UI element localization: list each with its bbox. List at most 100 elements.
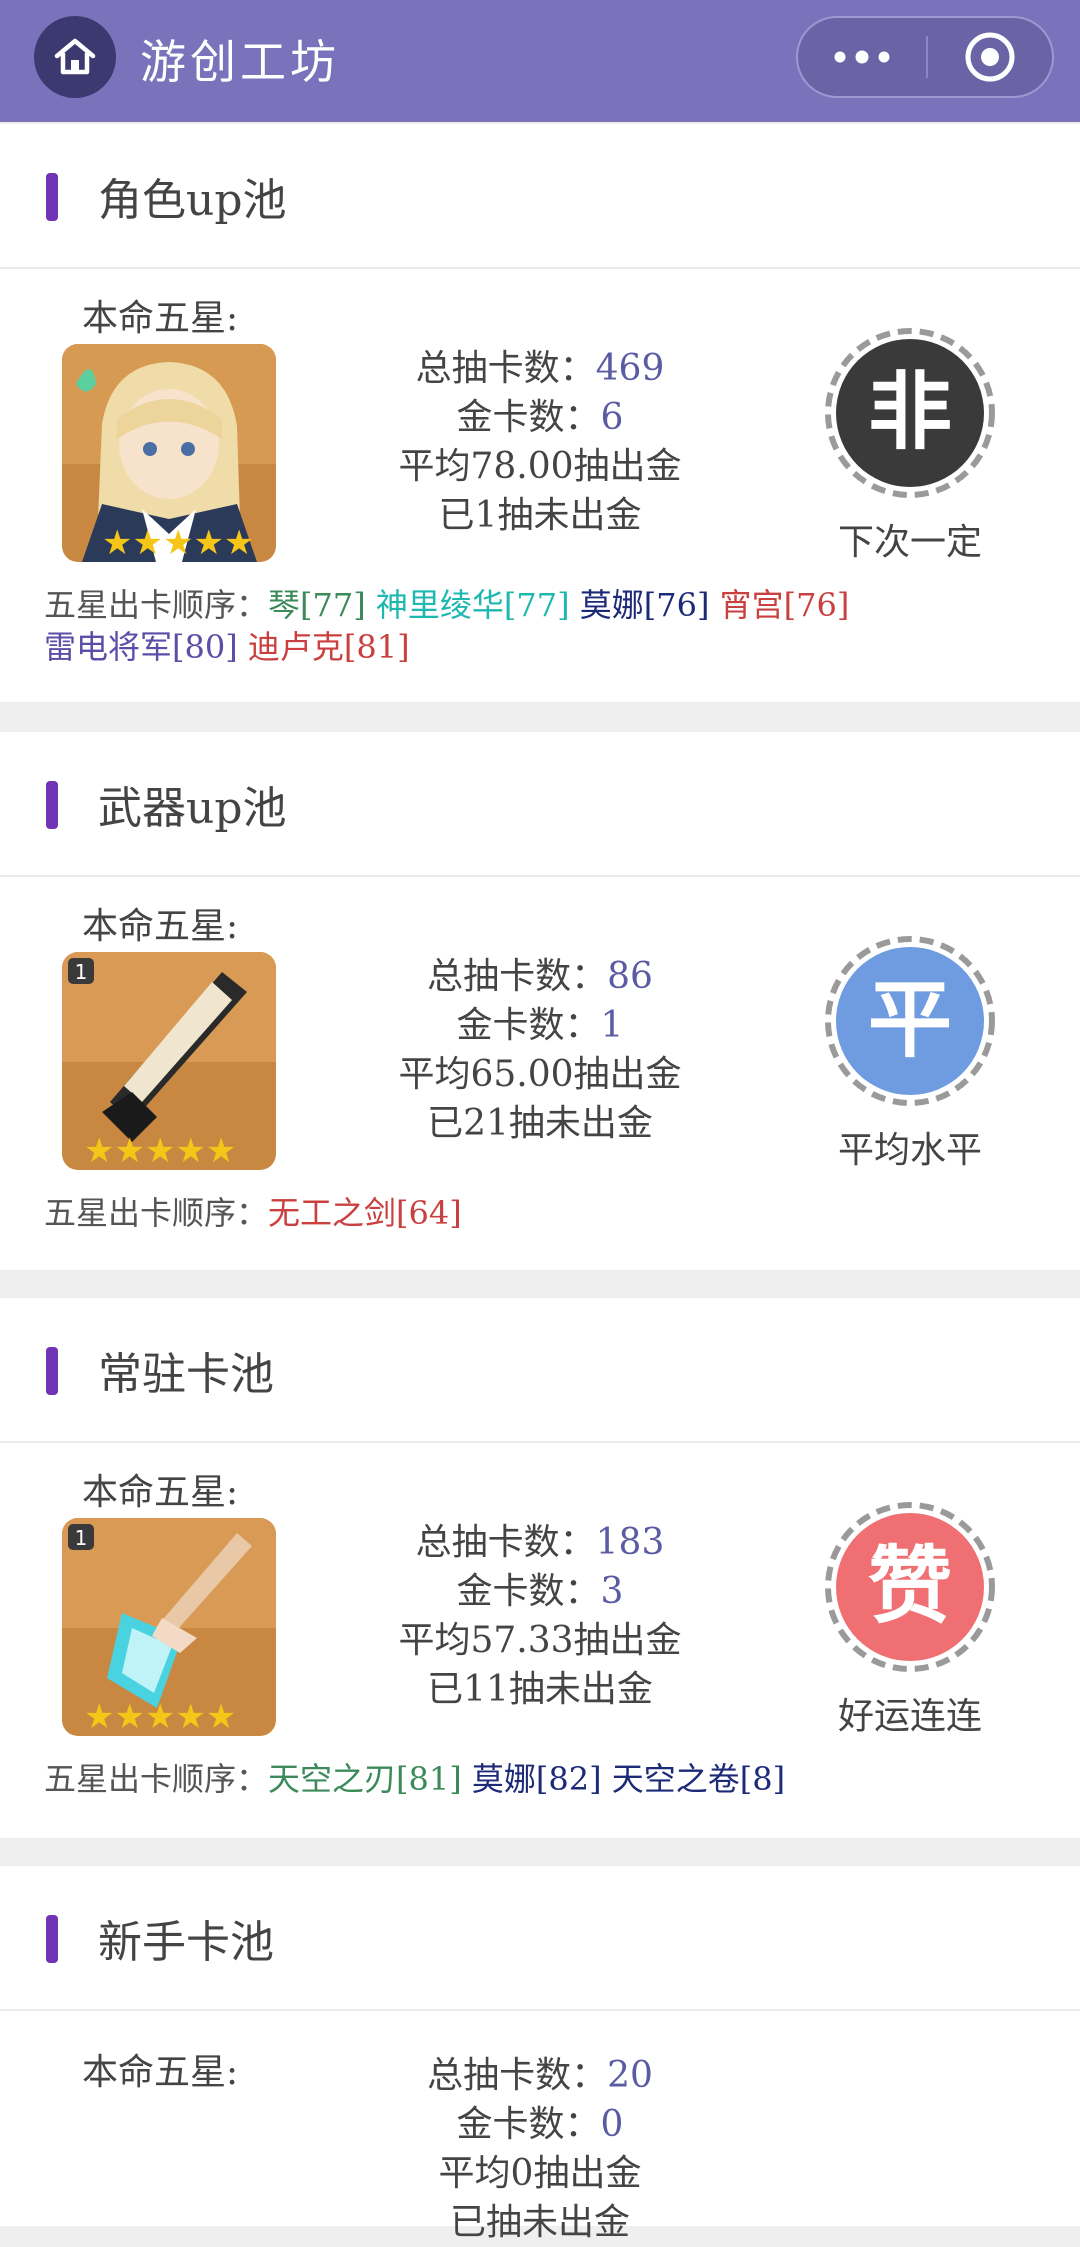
pool-header: 常驻卡池	[0, 1298, 1080, 1443]
gold-count-row: 金卡数：6	[340, 393, 740, 442]
total-pulls-label: 总抽卡数：	[427, 956, 608, 997]
home-button[interactable]	[34, 16, 116, 98]
gold-count-row: 金卡数：0	[340, 2100, 740, 2149]
svg-text:★★★★★: ★★★★★	[84, 1131, 236, 1170]
order-item: 迪卢克[81]	[247, 628, 410, 666]
stats-block: 总抽卡数：469 金卡数：6 平均78.00抽出金 已1抽未出金	[340, 344, 740, 540]
average-row: 平均78.00抽出金	[340, 442, 740, 491]
total-pulls-row: 总抽卡数：20	[340, 2051, 740, 2100]
top-bar: 游创工坊	[0, 0, 1080, 122]
since-suffix: 抽未出金	[486, 2202, 631, 2243]
main-five-star-label: 本命五星:	[82, 2052, 239, 2093]
since-suffix: 抽未出金	[508, 1669, 653, 1710]
average-row: 平均0抽出金	[340, 2149, 740, 2198]
svg-text:★★★★★: ★★★★★	[84, 1697, 236, 1736]
luck-badge-stamp: 非	[825, 328, 995, 498]
total-pulls-row: 总抽卡数：183	[340, 1518, 740, 1567]
svg-text:1: 1	[75, 1526, 88, 1550]
luck-badge-stamp: 赞	[825, 1502, 995, 1672]
since-gold-row: 已21抽未出金	[340, 1099, 740, 1148]
weapon-portrait[interactable]: 1 ★★★★★	[62, 1518, 276, 1736]
badge-text: 非	[868, 363, 952, 461]
since-suffix: 抽未出金	[497, 495, 642, 536]
average-row: 平均65.00抽出金	[340, 1050, 740, 1099]
order-item: 莫娜[76]	[579, 586, 710, 624]
average-suffix: 抽出金	[533, 2153, 642, 2194]
since-value: 21	[463, 1103, 509, 1144]
accent-bar	[46, 1915, 58, 1963]
verdict-text: 平均水平	[837, 1130, 982, 1171]
order-label: 五星出卡顺序：	[44, 1194, 269, 1232]
character-portrait[interactable]: ★★★★★	[62, 344, 276, 562]
order-item: 莫娜[82]	[471, 1760, 602, 1798]
pool-body: 本命五星: 1 ★★★★★ 总抽卡数：183 金卡数：3 平均57.33抽出金 …	[0, 1443, 1080, 1838]
pool-card-standard: 常驻卡池 本命五星: 1 ★★★★★ 总抽卡数：183 金卡数：3 平均57.3…	[0, 1298, 1080, 1838]
gold-count-value: 0	[600, 2104, 624, 2145]
order-item: 宵宫[76]	[719, 586, 850, 624]
total-pulls-label: 总抽卡数：	[415, 1522, 596, 1563]
total-pulls-value: 183	[595, 1522, 665, 1563]
pool-title: 新手卡池	[98, 1917, 274, 1968]
close-button[interactable]	[928, 18, 1052, 96]
order-item: 神里绫华[77]	[375, 586, 570, 624]
average-suffix: 抽出金	[573, 1620, 682, 1661]
order-item: 无工之剑[64]	[268, 1194, 462, 1232]
target-close-icon	[965, 32, 1015, 82]
since-prefix: 已	[427, 1103, 464, 1144]
since-gold-row: 已11抽未出金	[340, 1665, 740, 1714]
average-prefix: 平均	[438, 2153, 511, 2194]
capsule-menu	[796, 16, 1054, 98]
average-value: 78.00	[470, 446, 574, 487]
stats-block: 总抽卡数：86 金卡数：1 平均65.00抽出金 已21抽未出金	[340, 952, 740, 1148]
average-prefix: 平均	[398, 1054, 471, 1095]
pool-title: 角色up池	[98, 175, 287, 226]
verdict-text: 下次一定	[837, 522, 982, 563]
pool-title: 常驻卡池	[98, 1349, 274, 1400]
average-prefix: 平均	[398, 446, 471, 487]
order-label: 五星出卡顺序：	[44, 1760, 269, 1798]
total-pulls-row: 总抽卡数：469	[340, 344, 740, 393]
badge-text: 平	[868, 971, 952, 1069]
five-star-order: 五星出卡顺序：琴[77] 神里绫华[77] 莫娜[76] 宵宫[76] 雷电将军…	[44, 584, 1044, 668]
verdict-text: 好运连连	[837, 1696, 982, 1737]
pool-body: 本命五星: 总抽卡数：20 金卡数：0 平均0抽出金 已抽未出金	[0, 2011, 1080, 2243]
average-prefix: 平均	[398, 1620, 471, 1661]
average-suffix: 抽出金	[573, 446, 682, 487]
main-five-star-label: 本命五星:	[82, 298, 239, 339]
pool-body: 本命五星: ★★★★★ 总抽卡数：469 金卡数：6 平均78.00抽出金 已1…	[0, 269, 1080, 702]
gold-count-value: 6	[600, 397, 624, 438]
average-value: 0	[510, 2153, 534, 2194]
pool-title: 武器up池	[98, 783, 287, 834]
average-row: 平均57.33抽出金	[340, 1616, 740, 1665]
average-value: 65.00	[470, 1054, 574, 1095]
badge-text: 赞	[868, 1537, 952, 1635]
order-item: 天空之卷[8]	[611, 1760, 786, 1798]
stats-block: 总抽卡数：183 金卡数：3 平均57.33抽出金 已11抽未出金	[340, 1518, 740, 1714]
order-item: 琴[77]	[268, 586, 366, 624]
accent-bar	[46, 173, 58, 221]
app-title: 游创工坊	[140, 35, 340, 89]
more-dots-icon	[834, 50, 890, 64]
weapon-portrait[interactable]: 1 ★★★★★	[62, 952, 276, 1170]
since-value: 1	[474, 495, 498, 536]
total-pulls-value: 20	[607, 2055, 653, 2096]
since-suffix: 抽未出金	[508, 1103, 653, 1144]
since-value: 11	[463, 1669, 509, 1710]
gold-count-label: 金卡数：	[456, 2104, 601, 2145]
pool-card-weapon: 武器up池 本命五星: 1 ★★★★★ 总抽卡数：86 金卡数：1 平均65.0…	[0, 732, 1080, 1270]
more-button[interactable]	[798, 18, 926, 96]
since-gold-row: 已抽未出金	[340, 2198, 740, 2247]
five-star-order: 五星出卡顺序：天空之刃[81] 莫娜[82] 天空之卷[8]	[44, 1758, 1044, 1800]
average-suffix: 抽出金	[573, 1054, 682, 1095]
main-five-star-label: 本命五星:	[82, 1472, 239, 1513]
pool-card-beginner: 新手卡池 本命五星: 总抽卡数：20 金卡数：0 平均0抽出金 已抽未出金	[0, 1866, 1080, 2243]
total-pulls-value: 469	[595, 348, 665, 389]
svg-text:1: 1	[75, 960, 88, 984]
total-pulls-value: 86	[607, 956, 653, 997]
accent-bar	[46, 781, 58, 829]
gold-count-label: 金卡数：	[456, 1005, 601, 1046]
five-star-order: 五星出卡顺序：无工之剑[64]	[44, 1192, 1044, 1234]
since-prefix: 已	[427, 1669, 464, 1710]
pool-header: 角色up池	[0, 124, 1080, 269]
stats-block: 总抽卡数：20 金卡数：0 平均0抽出金 已抽未出金	[340, 2051, 740, 2247]
